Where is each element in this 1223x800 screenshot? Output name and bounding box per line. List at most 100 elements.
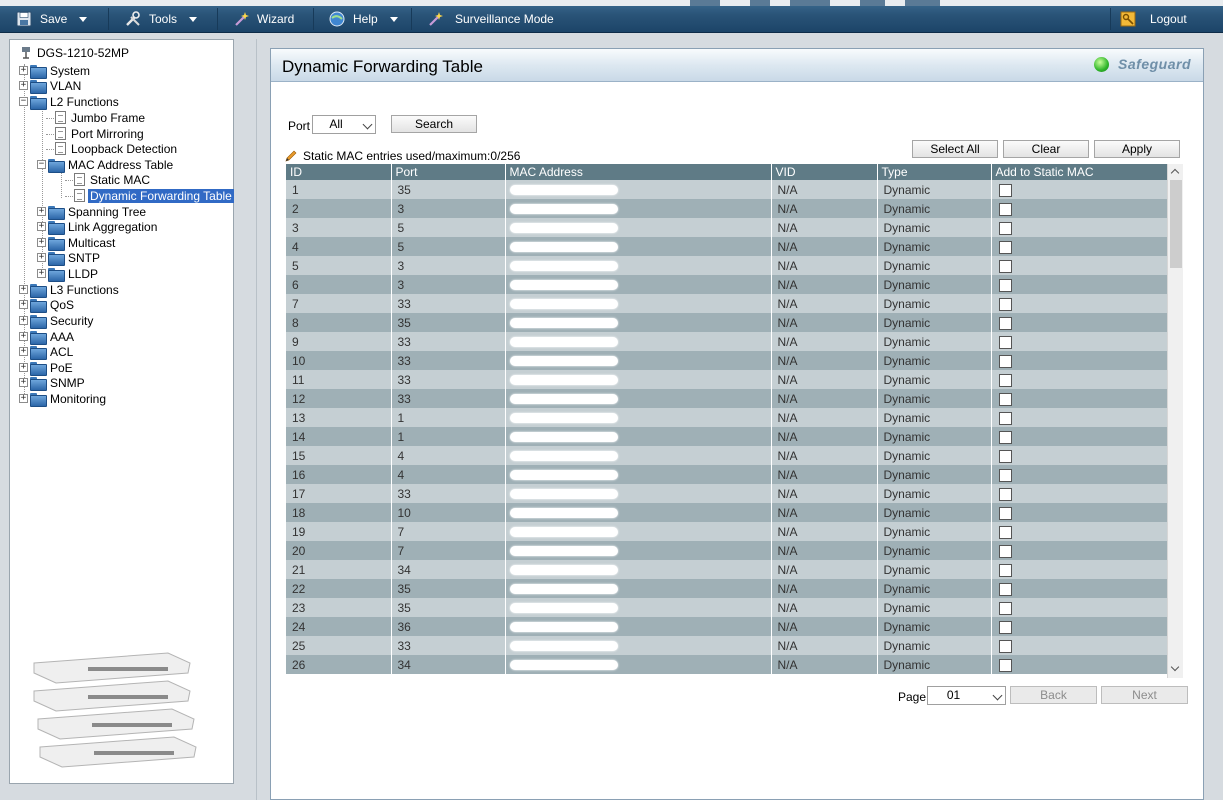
- search-button[interactable]: Search: [391, 115, 477, 133]
- add-to-static-mac-checkbox[interactable]: [998, 411, 1012, 425]
- scroll-up-arrow-icon[interactable]: [1170, 168, 1180, 178]
- scroll-down-arrow-icon[interactable]: [1170, 662, 1180, 672]
- cell-type: Dynamic: [877, 579, 992, 598]
- expand-plus-icon[interactable]: +: [19, 81, 28, 90]
- collapse-minus-icon[interactable]: −: [37, 160, 46, 169]
- expand-plus-icon[interactable]: +: [37, 253, 46, 262]
- menu-bar: Save Tools Wizard Help Surveillance Mode: [0, 0, 1223, 33]
- page-select[interactable]: 01: [927, 686, 1006, 705]
- tree-item-multicast[interactable]: + Multicast: [37, 235, 117, 251]
- add-to-static-mac-checkbox[interactable]: [998, 240, 1012, 254]
- add-to-static-mac-checkbox[interactable]: [998, 316, 1012, 330]
- tree-item-aaa[interactable]: + AAA: [19, 329, 76, 345]
- tree-item-loopback-detection[interactable]: Loopback Detection: [55, 141, 179, 156]
- expand-plus-icon[interactable]: +: [19, 347, 28, 356]
- add-to-static-mac-checkbox[interactable]: [998, 221, 1012, 235]
- add-to-static-mac-checkbox[interactable]: [998, 639, 1012, 653]
- tree-item-l2-functions[interactable]: − L2 Functions: [19, 94, 121, 110]
- collapse-minus-icon[interactable]: −: [19, 97, 28, 106]
- surveillance-mode-menu[interactable]: Surveillance Mode: [427, 6, 554, 32]
- cell-mac-address: [505, 294, 772, 313]
- add-to-static-mac-checkbox[interactable]: [998, 563, 1012, 577]
- tree-item-sntp[interactable]: + SNTP: [37, 250, 102, 266]
- scrollbar-thumb[interactable]: [1170, 180, 1182, 268]
- add-to-static-mac-checkbox[interactable]: [998, 297, 1012, 311]
- tree-item-vlan[interactable]: + VLAN: [19, 78, 83, 94]
- table-scrollbar[interactable]: [1167, 164, 1183, 678]
- key-icon: [1120, 11, 1136, 27]
- apply-button[interactable]: Apply: [1094, 140, 1180, 158]
- add-to-static-mac-checkbox[interactable]: [998, 354, 1012, 368]
- help-menu[interactable]: Help: [329, 6, 398, 32]
- expand-plus-icon[interactable]: +: [37, 238, 46, 247]
- expand-plus-icon[interactable]: +: [19, 378, 28, 387]
- add-to-static-mac-checkbox[interactable]: [998, 373, 1012, 387]
- add-to-static-mac-checkbox[interactable]: [998, 335, 1012, 349]
- add-to-static-mac-checkbox[interactable]: [998, 544, 1012, 558]
- add-to-static-mac-checkbox[interactable]: [998, 202, 1012, 216]
- clear-button[interactable]: Clear: [1003, 140, 1089, 158]
- redacted-mac-address: [509, 527, 618, 538]
- cell-vid: N/A: [771, 370, 878, 389]
- static-mac-info: Static MAC entries used/maximum:0/256: [285, 149, 520, 163]
- port-select[interactable]: All: [312, 115, 376, 134]
- add-to-static-mac-checkbox[interactable]: [998, 278, 1012, 292]
- expand-plus-icon[interactable]: +: [19, 300, 28, 309]
- tree-root-device[interactable]: DGS-1210-52MP: [19, 45, 131, 60]
- logout-button[interactable]: Logout: [1120, 6, 1187, 32]
- add-to-static-mac-checkbox[interactable]: [998, 259, 1012, 273]
- tree-item-dynamic-forwarding-table[interactable]: Dynamic Forwarding Table: [74, 188, 234, 203]
- add-to-static-mac-checkbox[interactable]: [998, 658, 1012, 672]
- add-to-static-mac-checkbox[interactable]: [998, 620, 1012, 634]
- add-to-static-mac-checkbox[interactable]: [998, 582, 1012, 596]
- expand-plus-icon[interactable]: +: [19, 332, 28, 341]
- redacted-mac-address: [509, 375, 618, 386]
- tree-item-security[interactable]: + Security: [19, 313, 95, 329]
- redacted-mac-address: [509, 280, 618, 291]
- add-to-static-mac-checkbox[interactable]: [998, 183, 1012, 197]
- tree-item-poe[interactable]: + PoE: [19, 360, 75, 376]
- expand-plus-icon[interactable]: +: [37, 222, 46, 231]
- cell-id: 6: [286, 275, 392, 294]
- tools-menu[interactable]: Tools: [125, 6, 198, 32]
- expand-plus-icon[interactable]: +: [19, 394, 28, 403]
- add-to-static-mac-checkbox[interactable]: [998, 430, 1012, 444]
- tree-item-mac-address-table[interactable]: − MAC Address Table: [37, 157, 175, 173]
- next-button[interactable]: Next: [1101, 686, 1188, 704]
- wizard-menu[interactable]: Wizard: [233, 6, 294, 32]
- back-button[interactable]: Back: [1010, 686, 1097, 704]
- add-to-static-mac-checkbox[interactable]: [998, 468, 1012, 482]
- expand-plus-icon[interactable]: +: [37, 207, 46, 216]
- add-to-static-mac-checkbox[interactable]: [998, 506, 1012, 520]
- cell-id: 23: [286, 598, 392, 617]
- tree-item-static-mac[interactable]: Static MAC: [74, 172, 152, 187]
- tree-item-label: ACL: [50, 344, 74, 359]
- tree-item-lldp[interactable]: + LLDP: [37, 266, 100, 282]
- cell-port: 1: [391, 427, 506, 446]
- add-to-static-mac-checkbox[interactable]: [998, 525, 1012, 539]
- add-to-static-mac-checkbox[interactable]: [998, 601, 1012, 615]
- tree-item-system[interactable]: + System: [19, 63, 92, 79]
- add-to-static-mac-checkbox[interactable]: [998, 487, 1012, 501]
- add-to-static-mac-checkbox[interactable]: [998, 392, 1012, 406]
- cell-vid: N/A: [771, 351, 878, 370]
- select-all-button[interactable]: Select All: [912, 140, 998, 158]
- expand-plus-icon[interactable]: +: [19, 363, 28, 372]
- tree-item-l3-functions[interactable]: + L3 Functions: [19, 282, 121, 298]
- tree-item-spanning-tree[interactable]: + Spanning Tree: [37, 204, 148, 220]
- tree-item-port-mirroring[interactable]: Port Mirroring: [55, 126, 146, 141]
- tree-item-qos[interactable]: + QoS: [19, 297, 76, 313]
- add-to-static-mac-checkbox[interactable]: [998, 449, 1012, 463]
- expand-plus-icon[interactable]: +: [19, 285, 28, 294]
- expand-plus-icon[interactable]: +: [19, 66, 28, 75]
- expand-plus-icon[interactable]: +: [19, 316, 28, 325]
- tree-item-jumbo-frame[interactable]: Jumbo Frame: [55, 110, 147, 125]
- table-row: 21 34 N/A Dynamic: [286, 560, 1168, 579]
- tree-item-link-aggregation[interactable]: + Link Aggregation: [37, 219, 159, 235]
- tree-item-monitoring[interactable]: + Monitoring: [19, 391, 108, 407]
- tree-item-snmp[interactable]: + SNMP: [19, 375, 87, 391]
- cell-mac-address: [505, 313, 772, 332]
- save-menu[interactable]: Save: [16, 6, 88, 32]
- tree-item-acl[interactable]: + ACL: [19, 344, 75, 360]
- expand-plus-icon[interactable]: +: [37, 269, 46, 278]
